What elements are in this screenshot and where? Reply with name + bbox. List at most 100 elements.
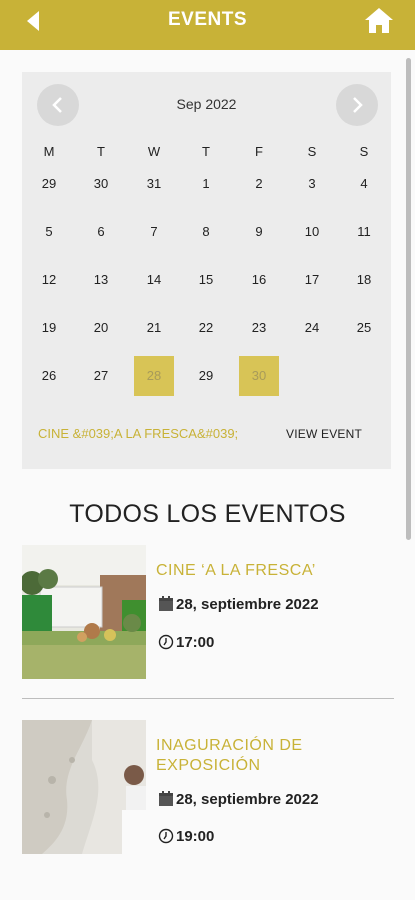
calendar-week-row: 26 27 28 29 30	[22, 352, 391, 400]
calendar-day[interactable]: 30	[75, 160, 127, 208]
calendar-day[interactable]: 10	[286, 208, 338, 256]
calendar-day[interactable]: 31	[128, 160, 180, 208]
calendar-day[interactable]: 29	[180, 352, 232, 400]
clock-icon	[158, 634, 174, 650]
calendar-day-number: 30	[251, 368, 267, 383]
calendar-day[interactable]: 7	[128, 208, 180, 256]
calendar-day-number: 4	[360, 176, 368, 191]
next-month-button[interactable]	[336, 84, 378, 126]
calendar-day-number: 21	[146, 320, 162, 335]
selected-event-row: CINE &#039;A LA FRESCA&#039; VIEW EVENT	[38, 426, 383, 446]
calendar-day[interactable]: 21	[128, 304, 180, 352]
calendar-day-number: 3	[308, 176, 316, 191]
event-time: 19:00	[158, 828, 214, 845]
calendar-day-number: 23	[251, 320, 267, 335]
calendar-day[interactable]: 17	[286, 256, 338, 304]
calendar-day[interactable]: 8	[180, 208, 232, 256]
event-link[interactable]: CINE &#039;A LA FRESCA&#039;	[38, 426, 238, 441]
divider	[22, 698, 394, 699]
event-title-line: INAGURACIÓN DE	[156, 737, 303, 754]
calendar-day[interactable]: 6	[75, 208, 127, 256]
calendar-day[interactable]: 5	[23, 208, 75, 256]
calendar-day[interactable]: 14	[128, 256, 180, 304]
calendar-day[interactable]: 24	[286, 304, 338, 352]
calendar-day-number: 29	[198, 368, 214, 383]
calendar-day[interactable]: 18	[338, 256, 390, 304]
calendar-day-number: 13	[93, 272, 109, 287]
clock-icon	[158, 828, 174, 844]
calendar-day[interactable]: 3	[286, 160, 338, 208]
calendar-week-row: 29 30 31 1 2 3 4	[22, 160, 391, 208]
calendar-day-number: 9	[255, 224, 263, 239]
weekday-label: S	[359, 144, 369, 159]
calendar-day-number: 20	[93, 320, 109, 335]
calendar-day[interactable]: 1	[180, 160, 232, 208]
weekday-label: F	[255, 144, 263, 159]
calendar-week-row: 5 6 7 8 9 10 11	[22, 208, 391, 256]
calendar-day-event[interactable]: 30	[233, 352, 285, 400]
calendar-day-number: 26	[41, 368, 57, 383]
calendar-day[interactable]: 12	[23, 256, 75, 304]
event-title-line: EXPOSICIÓN	[156, 757, 261, 774]
calendar-day[interactable]: 26	[23, 352, 75, 400]
scrollbar[interactable]	[406, 58, 411, 540]
calendar-day[interactable]: 29	[23, 160, 75, 208]
calendar-week-row: 19 20 21 22 23 24 25	[22, 304, 391, 352]
event-card[interactable]: CINE ‘A LA FRESCA’ 28, septiembre 2022 1…	[22, 545, 394, 680]
calendar-day-number: 1	[202, 176, 210, 191]
calendar-day-number: 14	[146, 272, 162, 287]
event-image-exhibition	[22, 720, 146, 854]
calendar-day-event[interactable]: 28	[128, 352, 180, 400]
calendar-day[interactable]: 4	[338, 160, 390, 208]
calendar-day-number: 22	[198, 320, 214, 335]
weekday-label: W	[147, 144, 161, 159]
event-date: 28, septiembre 2022	[158, 791, 319, 808]
calendar-day[interactable]: 15	[180, 256, 232, 304]
calendar-day-number: 18	[356, 272, 372, 287]
calendar-day[interactable]: 16	[233, 256, 285, 304]
calendar-day-number: 19	[41, 320, 57, 335]
calendar-day-number: 24	[304, 320, 320, 335]
calendar-day-number: 15	[198, 272, 214, 287]
calendar-day-number: 7	[150, 224, 158, 239]
calendar-day[interactable]: 25	[338, 304, 390, 352]
calendar-day[interactable]: 9	[233, 208, 285, 256]
calendar-day[interactable]: 11	[338, 208, 390, 256]
chevron-right-icon	[353, 97, 363, 113]
view-event-button[interactable]: VIEW EVENT	[286, 427, 362, 441]
event-title[interactable]: INAGURACIÓN DE EXPOSICIÓN	[156, 736, 303, 776]
weekday-label: M	[43, 144, 55, 159]
event-time-text: 17:00	[176, 634, 215, 651]
calendar-week-row: 12 13 14 15 16 17 18	[22, 256, 391, 304]
calendar-day-number: 5	[45, 224, 53, 239]
app-header: EVENTS	[0, 0, 415, 50]
calendar-day[interactable]: 20	[75, 304, 127, 352]
event-date-text: 28, septiembre 2022	[176, 791, 319, 808]
event-title[interactable]: CINE ‘A LA FRESCA’	[156, 561, 316, 581]
calendar-icon	[159, 791, 173, 806]
calendar-day-number: 17	[304, 272, 320, 287]
page-title: EVENTS	[167, 9, 248, 30]
calendar-day[interactable]: 27	[75, 352, 127, 400]
calendar-day-number: 8	[202, 224, 210, 239]
calendar-day[interactable]: 22	[180, 304, 232, 352]
calendar-day-number: 30	[93, 176, 109, 191]
weekday-label: S	[307, 144, 317, 159]
event-time-text: 19:00	[176, 828, 215, 845]
section-title: TODOS LOS EVENTOS	[69, 500, 346, 528]
calendar-day-number: 27	[93, 368, 109, 383]
event-image-outdoor-cinema	[22, 545, 146, 679]
event-date-text: 28, septiembre 2022	[176, 596, 319, 613]
calendar-day[interactable]: 19	[23, 304, 75, 352]
event-card[interactable]: INAGURACIÓN DE EXPOSICIÓN 28, septiembre…	[22, 720, 394, 855]
calendar-day[interactable]: 23	[233, 304, 285, 352]
calendar-day-number: 16	[251, 272, 267, 287]
calendar-day[interactable]: 2	[233, 160, 285, 208]
event-date: 28, septiembre 2022	[158, 596, 319, 613]
weekday-label: T	[97, 144, 105, 159]
calendar-day-number: 29	[41, 176, 57, 191]
calendar-day-number: 28	[146, 368, 162, 383]
calendar-day-number: 6	[97, 224, 105, 239]
calendar-day[interactable]: 13	[75, 256, 127, 304]
home-button[interactable]	[364, 6, 394, 34]
